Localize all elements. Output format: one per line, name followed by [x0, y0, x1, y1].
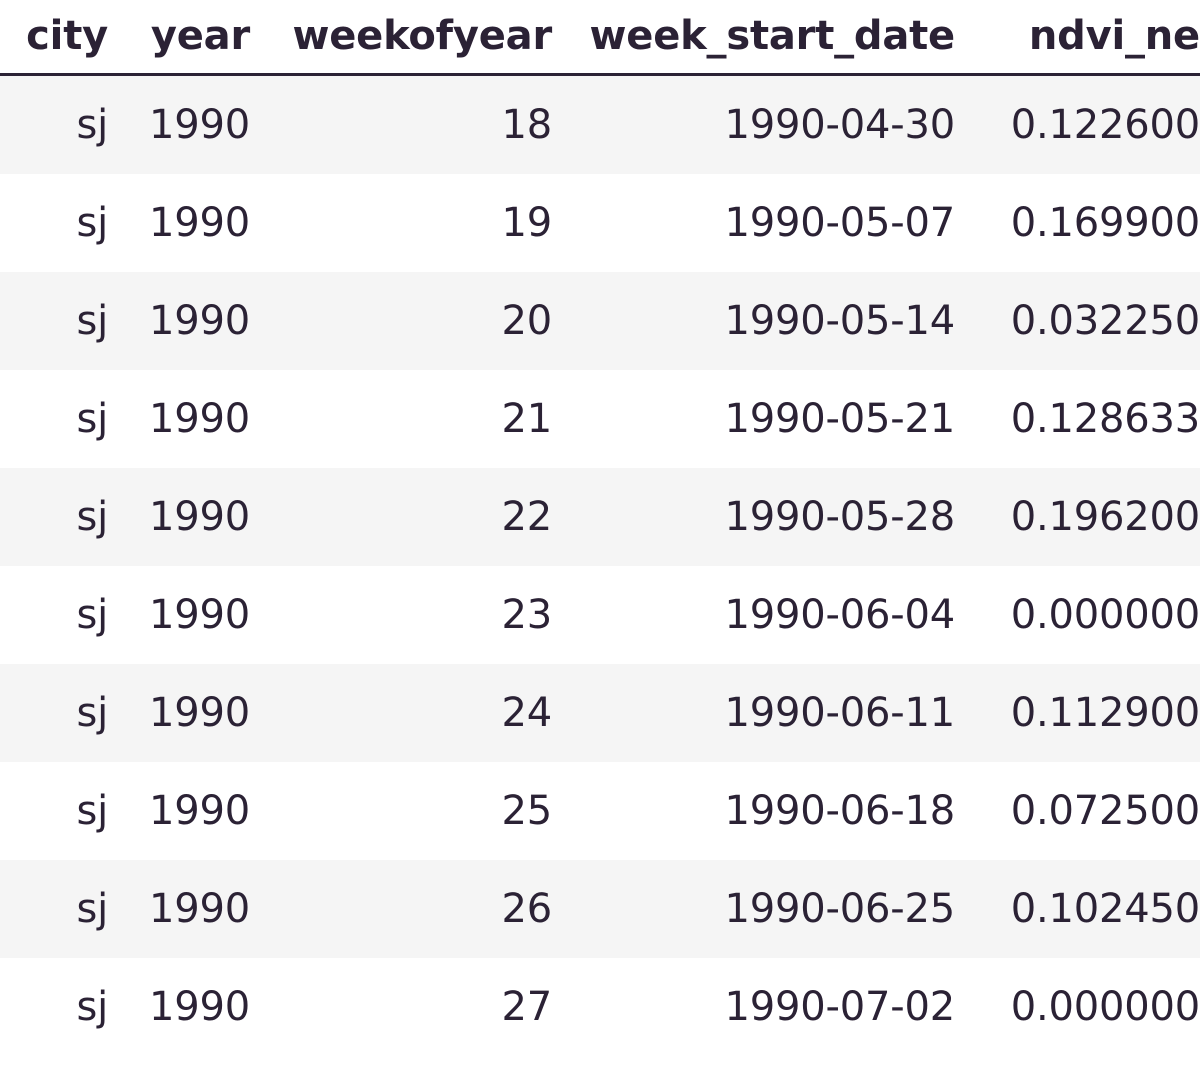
column-header-city[interactable]: city — [0, 0, 108, 74]
cell-city: sj — [76, 885, 108, 932]
cell-week-start-date: 1990-06-18 — [724, 787, 956, 834]
cell-year: 1990 — [149, 395, 250, 442]
table-body: sj 1990 18 1990-04-30 0.122600 sj 1990 1… — [0, 74, 1200, 1056]
cell-city: sj — [76, 199, 108, 246]
cell-year: 1990 — [149, 493, 250, 540]
cell-year: 1990 — [149, 983, 250, 1030]
cell-city: sj — [76, 689, 108, 736]
cell-year: 1990 — [149, 591, 250, 638]
cell-week-start-date: 1990-05-14 — [724, 297, 956, 344]
cell-ndvi-ne: 0.000000 — [1010, 983, 1200, 1030]
cell-city: sj — [76, 787, 108, 834]
cell-week-start-date: 1990-06-04 — [724, 591, 956, 638]
cell-weekofyear: 26 — [501, 885, 553, 932]
table-row: sj 1990 24 1990-06-11 0.112900 — [0, 663, 1200, 762]
table-row: sj 1990 18 1990-04-30 0.122600 — [0, 74, 1200, 174]
table-row: sj 1990 19 1990-05-07 0.169900 — [0, 173, 1200, 272]
dataframe-container: city year weekofyear week_start_date ndv… — [0, 0, 1200, 1072]
cell-week-start-date: 1990-04-30 — [724, 101, 956, 148]
cell-week-start-date: 1990-05-07 — [724, 199, 956, 246]
table-row: sj 1990 22 1990-05-28 0.196200 — [0, 467, 1200, 566]
dataframe-table: city year weekofyear week_start_date ndv… — [0, 0, 1200, 1056]
cell-city: sj — [76, 493, 108, 540]
cell-week-start-date: 1990-05-21 — [724, 395, 956, 442]
cell-city: sj — [76, 297, 108, 344]
table-row: sj 1990 20 1990-05-14 0.032250 — [0, 271, 1200, 370]
cell-city: sj — [76, 101, 108, 148]
cell-weekofyear: 24 — [501, 689, 553, 736]
cell-year: 1990 — [149, 101, 250, 148]
cell-year: 1990 — [149, 885, 250, 932]
cell-weekofyear: 23 — [501, 591, 553, 638]
cell-ndvi-ne: 0.169900 — [1010, 199, 1200, 246]
cell-weekofyear: 19 — [501, 199, 553, 246]
cell-ndvi-ne: 0.112900 — [1010, 689, 1200, 736]
cell-weekofyear: 18 — [501, 101, 553, 148]
cell-ndvi-ne: 0.102450 — [1010, 885, 1200, 932]
cell-week-start-date: 1990-06-11 — [724, 689, 956, 736]
cell-ndvi-ne: 0.122600 — [1010, 101, 1200, 148]
cell-week-start-date: 1990-07-02 — [724, 983, 956, 1030]
cell-weekofyear: 21 — [501, 395, 553, 442]
cell-weekofyear: 20 — [501, 297, 553, 344]
table-row: sj 1990 27 1990-07-02 0.000000 — [0, 957, 1200, 1056]
cell-weekofyear: 22 — [501, 493, 553, 540]
cell-ndvi-ne: 0.072500 — [1010, 787, 1200, 834]
cell-year: 1990 — [149, 297, 250, 344]
cell-city: sj — [76, 983, 108, 1030]
column-header-ndvi-ne[interactable]: ndvi_ne — [955, 0, 1200, 74]
cell-city: sj — [76, 395, 108, 442]
table-row: sj 1990 25 1990-06-18 0.072500 — [0, 761, 1200, 860]
table-row: sj 1990 21 1990-05-21 0.128633 — [0, 369, 1200, 468]
cell-year: 1990 — [149, 689, 250, 736]
cell-weekofyear: 25 — [501, 787, 553, 834]
column-header-week-start-date[interactable]: week_start_date — [552, 0, 955, 74]
cell-year: 1990 — [149, 199, 250, 246]
cell-year: 1990 — [149, 787, 250, 834]
cell-ndvi-ne: 0.128633 — [1010, 395, 1200, 442]
column-header-year[interactable]: year — [108, 0, 250, 74]
cell-weekofyear: 27 — [501, 983, 553, 1030]
cell-week-start-date: 1990-05-28 — [724, 493, 956, 540]
cell-ndvi-ne: 0.196200 — [1010, 493, 1200, 540]
cell-ndvi-ne: 0.000000 — [1010, 591, 1200, 638]
table-header: city year weekofyear week_start_date ndv… — [0, 0, 1200, 74]
cell-week-start-date: 1990-06-25 — [724, 885, 956, 932]
column-header-weekofyear[interactable]: weekofyear — [250, 0, 552, 74]
table-header-row: city year weekofyear week_start_date ndv… — [0, 0, 1200, 74]
cell-ndvi-ne: 0.032250 — [1010, 297, 1200, 344]
table-row: sj 1990 26 1990-06-25 0.102450 — [0, 859, 1200, 958]
cell-city: sj — [76, 591, 108, 638]
table-row: sj 1990 23 1990-06-04 0.000000 — [0, 565, 1200, 664]
